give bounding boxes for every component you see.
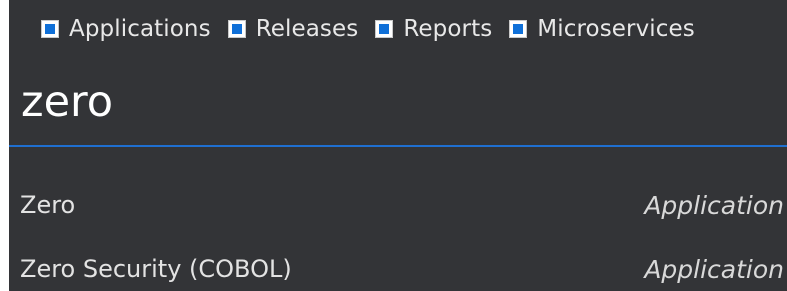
filter-applications[interactable]: Applications xyxy=(41,16,211,42)
filter-reports[interactable]: Reports xyxy=(375,16,492,42)
checkbox-checked-icon xyxy=(231,24,242,34)
search-results: Zero Application Zero Security (COBOL) A… xyxy=(9,176,787,291)
releases-checkbox[interactable] xyxy=(227,20,246,38)
search-panel: Applications Releases Reports Microservi… xyxy=(9,0,787,291)
filter-bar: Applications Releases Reports Microservi… xyxy=(41,14,695,44)
search-field-container xyxy=(9,52,787,147)
result-row[interactable]: Zero Application xyxy=(9,176,787,240)
filter-label: Microservices xyxy=(537,16,695,42)
result-type: Application xyxy=(644,191,784,220)
reports-checkbox[interactable] xyxy=(375,20,394,38)
filter-label: Reports xyxy=(403,16,493,42)
filter-label: Releases xyxy=(255,16,359,42)
checkbox-checked-icon xyxy=(513,24,524,34)
microservices-checkbox[interactable] xyxy=(509,20,528,38)
applications-checkbox[interactable] xyxy=(41,20,59,38)
filter-label: Applications xyxy=(69,16,211,42)
checkbox-checked-icon xyxy=(379,24,390,34)
checkbox-checked-icon xyxy=(45,24,55,34)
result-name: Zero Security (COBOL) xyxy=(20,255,292,283)
filter-microservices[interactable]: Microservices xyxy=(509,16,695,42)
filter-releases[interactable]: Releases xyxy=(227,16,359,42)
result-type: Application xyxy=(644,255,784,284)
result-row[interactable]: Zero Security (COBOL) Application xyxy=(9,240,787,291)
result-name: Zero xyxy=(20,191,76,219)
search-input[interactable] xyxy=(21,74,761,130)
